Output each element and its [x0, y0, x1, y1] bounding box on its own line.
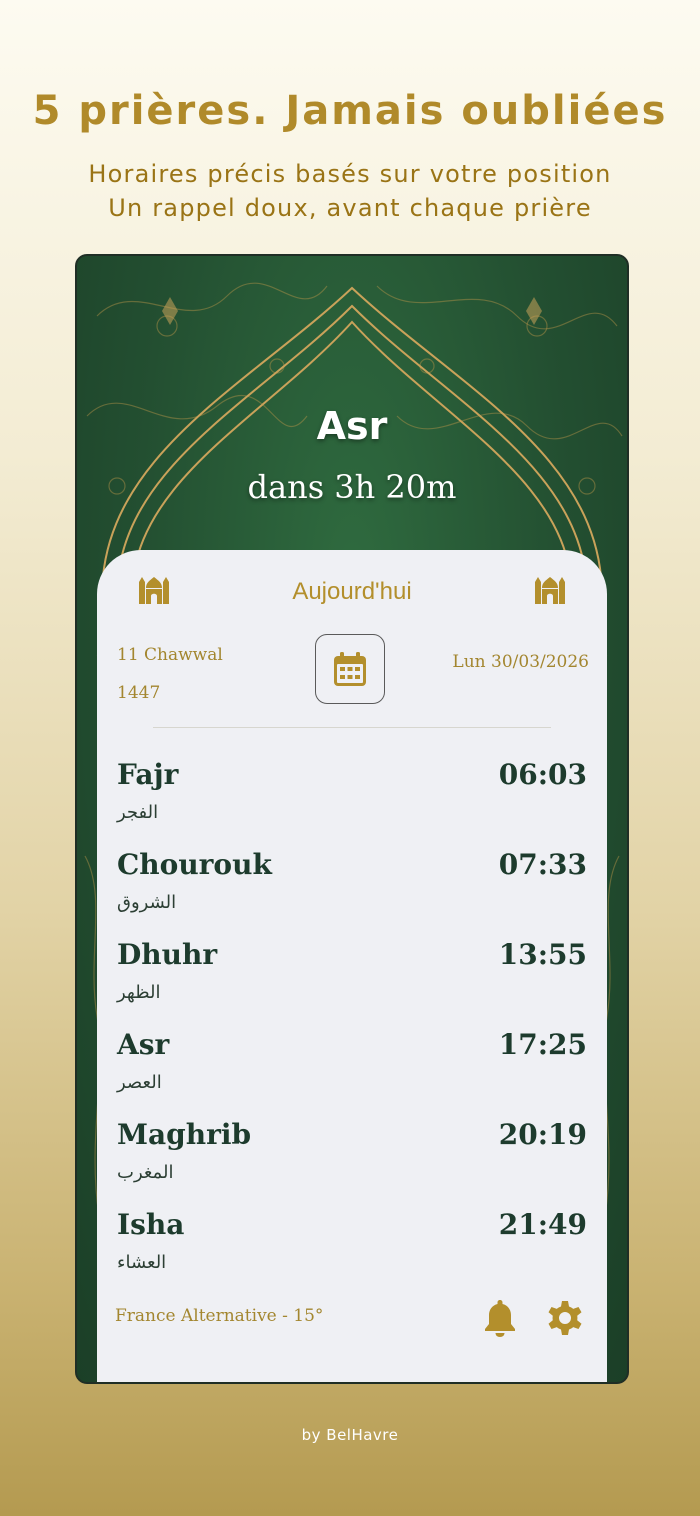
calendar-button[interactable] — [315, 634, 385, 704]
prayer-row-maghrib: Maghrib المغرب 20:19 — [117, 1118, 587, 1198]
divider — [153, 727, 551, 728]
footer-credit: by BelHavre — [301, 1426, 399, 1444]
headline: 5 prières. Jamais oubliées — [32, 88, 668, 134]
next-prayer-name: Asr — [316, 404, 388, 448]
prayer-name: Dhuhr — [117, 938, 218, 971]
prayer-time: 21:49 — [498, 1208, 587, 1241]
subline-reminder: Un rappel doux, avant chaque prière — [108, 194, 592, 222]
prayer-time: 20:19 — [498, 1118, 587, 1151]
gear-icon[interactable] — [545, 1298, 585, 1338]
prayer-name-arabic: المغرب — [117, 1162, 174, 1183]
subline-position: Horaires précis basés sur votre position — [88, 160, 612, 188]
prayer-name-arabic: العشاء — [117, 1252, 167, 1273]
prayer-row-dhuhr: Dhuhr الظهر 13:55 — [117, 938, 587, 1018]
prayer-name: Fajr — [117, 758, 179, 791]
prayer-name-arabic: العصر — [117, 1072, 162, 1093]
gregorian-date: Lun 30/03/2026 — [452, 652, 589, 672]
prayer-row-fajr: Fajr الفجر 06:03 — [117, 758, 587, 838]
calendar-icon — [334, 652, 366, 686]
prayer-name-arabic: الشروق — [117, 892, 177, 913]
prayer-name-arabic: الظهر — [117, 982, 161, 1003]
calculation-method[interactable]: France Alternative - 15° — [115, 1306, 323, 1326]
prayer-time: 17:25 — [498, 1028, 587, 1061]
prayer-name: Asr — [117, 1028, 170, 1061]
phone-screen: Asr dans 3h 20m Aujourd'hui 11 Chawwal 1… — [75, 254, 629, 1384]
hijri-day-month: 11 Chawwal — [117, 645, 223, 665]
prayer-name: Isha — [117, 1208, 185, 1241]
prayer-name: Maghrib — [117, 1118, 252, 1151]
prayer-row-chourouk: Chourouk الشروق 07:33 — [117, 848, 587, 928]
prayer-name-arabic: الفجر — [117, 802, 159, 823]
hijri-year: 1447 — [117, 683, 161, 703]
prayer-time: 13:55 — [498, 938, 587, 971]
next-prayer-countdown: dans 3h 20m — [247, 468, 457, 506]
prayer-row-isha: Isha العشاء 21:49 — [117, 1208, 587, 1288]
prayer-time: 06:03 — [498, 758, 587, 791]
hijri-date: 11 Chawwal 1447 — [117, 636, 257, 712]
card-title: Aujourd'hui — [292, 578, 412, 605]
prayer-times-card: Aujourd'hui 11 Chawwal 1447 Lun 30/03/20… — [97, 550, 607, 1382]
prayer-row-asr: Asr العصر 17:25 — [117, 1028, 587, 1108]
bell-icon[interactable] — [483, 1298, 517, 1338]
prayer-name: Chourouk — [117, 848, 272, 881]
prayer-time: 07:33 — [498, 848, 587, 881]
mosque-icon — [535, 577, 565, 604]
